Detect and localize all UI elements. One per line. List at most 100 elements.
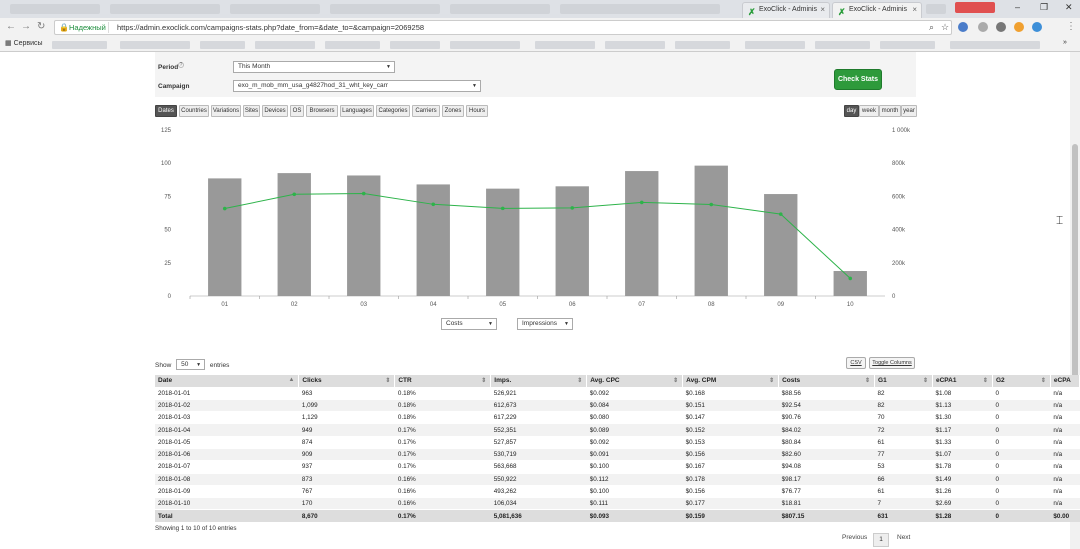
column-header[interactable]: Costs ⇕ [778,375,876,387]
sort-icon[interactable]: ⇕ [983,377,988,384]
column-header[interactable]: CTR ⇕ [394,375,492,387]
forward-icon[interactable]: → [21,21,31,32]
previous-page-button[interactable]: Previous [842,534,867,541]
blurred-tab[interactable] [110,4,220,14]
extension-icon[interactable] [996,22,1006,32]
csv-button[interactable]: CSV [846,357,866,369]
granularity-day[interactable]: day [844,105,859,117]
bookmark-item[interactable] [325,41,380,49]
column-header[interactable]: Avg. CPM ⇕ [682,375,780,387]
url-text[interactable]: https://admin.exoclick.com/campaigns-sta… [117,23,424,32]
more-bookmarks-icon[interactable]: » [1063,39,1067,46]
sort-icon[interactable]: ⇕ [769,377,774,384]
sort-icon[interactable]: ⇕ [1041,377,1046,384]
bookmark-item[interactable] [390,41,440,49]
column-header[interactable]: G1 ⇕ [874,375,933,387]
bookmark-item[interactable] [745,41,805,49]
blurred-tab[interactable] [560,4,720,14]
bookmark-item[interactable] [535,41,595,49]
table-cell: 2018-01-02 [155,398,299,412]
profile-button[interactable] [955,2,995,13]
bookmark-item[interactable] [950,41,1040,49]
back-icon[interactable]: ← [6,21,16,32]
help-icon[interactable]: ? [178,62,184,68]
extension-icon[interactable] [1014,22,1024,32]
close-tab-icon[interactable]: × [912,3,917,17]
bookmark-item[interactable] [450,41,520,49]
column-header[interactable]: G2 ⇕ [992,375,1051,387]
browser-tab-active[interactable]: ✗ ExoClick - Adminis × [832,2,922,18]
granularity-year[interactable]: year [901,105,917,117]
menu-icon[interactable]: ⋮ [1066,21,1076,32]
bookmark-item[interactable] [52,41,107,49]
tab-carriers[interactable]: Carriers [412,105,440,117]
sort-icon[interactable]: ⇕ [481,377,486,384]
close-window-icon[interactable]: ✕ [1065,2,1073,13]
total-cell: $0.159 [682,509,779,523]
bookmark-item[interactable] [675,41,730,49]
bar-07 [625,171,659,296]
period-select[interactable]: This Month ▼ [233,61,395,73]
sort-icon[interactable]: ⇕ [385,377,390,384]
column-header[interactable]: Date ▲ [155,375,300,387]
tab-sites[interactable]: Sites [243,105,260,117]
blurred-tab[interactable] [330,4,440,14]
page-1-button[interactable]: 1 [873,533,889,547]
granularity-week[interactable]: week [859,105,879,117]
bookmark-star-icon[interactable]: ☆ [941,22,949,33]
tab-zones[interactable]: Zones [442,105,464,117]
bookmark-item[interactable] [815,41,870,49]
bookmark-item[interactable] [200,41,245,49]
blurred-tab[interactable] [450,4,550,14]
tab-languages[interactable]: Languages [340,105,374,117]
left-series-select[interactable]: Costs ▼ [441,318,497,330]
x-tick-label: 09 [777,302,784,308]
sort-icon[interactable]: ⇕ [865,377,870,384]
extension-icon[interactable] [1032,22,1042,32]
check-stats-button[interactable]: Check Stats [834,69,882,90]
granularity-month[interactable]: month [879,105,901,117]
column-header[interactable]: Imps. ⇕ [490,375,588,387]
sort-icon[interactable]: ▲ [288,377,294,383]
close-tab-icon[interactable]: × [820,3,825,17]
bookmark-item[interactable] [255,41,315,49]
tab-devices[interactable]: Devices [262,105,288,117]
extension-icon[interactable] [978,22,988,32]
toggle-columns-button[interactable]: Toggle Columns [869,357,915,369]
bookmark-item[interactable] [880,41,935,49]
blurred-tab[interactable] [10,4,100,14]
tab-countries[interactable]: Countries [179,105,209,117]
column-header-label: Avg. CPC [590,377,620,385]
column-header[interactable]: eCPA1 ⇕ [932,375,993,387]
address-bar[interactable]: 🔒 Надежный https://admin.exoclick.com/ca… [54,20,952,35]
entries-select[interactable]: 50 ▼ [176,359,206,370]
column-header[interactable]: eCPA [1050,375,1080,387]
bookmark-item[interactable] [605,41,665,49]
column-header[interactable]: Clicks ⇕ [298,375,396,387]
reload-icon[interactable]: ↻ [37,21,45,32]
browser-tab[interactable]: ✗ ExoClick - Adminis × [742,2,830,18]
extension-icon[interactable] [958,22,968,32]
maximize-icon[interactable]: ❐ [1040,2,1048,13]
new-tab-button[interactable] [926,4,946,14]
right-series-select[interactable]: Impressions ▼ [517,318,573,330]
next-page-button[interactable]: Next [897,534,910,541]
tab-dates[interactable]: Dates [155,105,177,117]
table-cell: 493,262 [490,484,587,498]
tab-variations[interactable]: Variations [211,105,241,117]
bookmark-apps[interactable]: ▦ Сервисы [5,39,43,47]
blurred-tab[interactable] [230,4,320,14]
tab-categories[interactable]: Categories [376,105,410,117]
sort-icon[interactable]: ⇕ [923,377,928,384]
tab-hours[interactable]: Hours [466,105,488,117]
campaign-select[interactable]: exo_m_mob_mm_usa_g4827hod_31_wht_key_car… [233,80,481,92]
table-cell: 530,719 [490,447,587,461]
sort-icon[interactable]: ⇕ [673,377,678,384]
tab-os[interactable]: OS [290,105,304,117]
search-icon[interactable]: ⌕ [929,22,934,33]
sort-icon[interactable]: ⇕ [577,377,582,384]
minimize-icon[interactable]: – [1015,2,1020,12]
column-header[interactable]: Avg. CPC ⇕ [586,375,684,387]
tab-browsers[interactable]: Browsers [306,105,338,117]
bookmark-item[interactable] [120,41,190,49]
